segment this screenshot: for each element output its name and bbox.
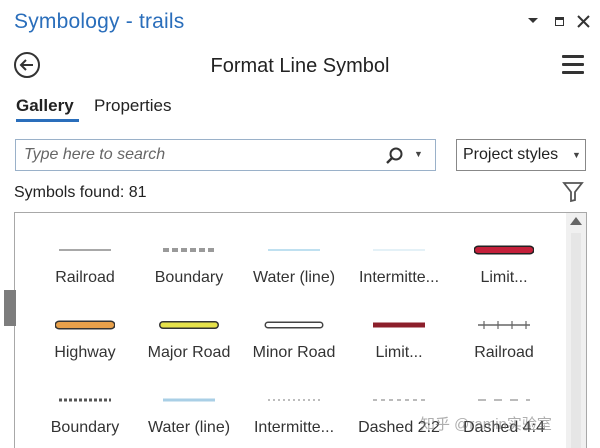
symbology-pane: Symbology - trails Format Line Symbol Ga… [0, 0, 600, 448]
symbol-label: Intermitte... [358, 269, 440, 286]
watermark: 知乎 @ramin实验室 [420, 416, 552, 433]
gallery-scrollbar[interactable] [566, 213, 586, 448]
symbol-preview [55, 320, 115, 330]
styles-dropdown[interactable]: Project styles ▼ [456, 139, 586, 171]
symbol-item[interactable]: Water (line) [242, 219, 346, 293]
symbol-preview [59, 398, 111, 402]
symbol-preview [159, 321, 219, 329]
hamburger-menu-icon[interactable] [562, 55, 584, 75]
tab-active-indicator [16, 119, 79, 122]
scroll-thumb[interactable] [4, 290, 16, 326]
styles-dropdown-value: Project styles [463, 146, 559, 163]
symbol-label: Boundary [50, 419, 120, 436]
chevron-down-icon[interactable] [524, 12, 542, 30]
symbol-preview [163, 248, 215, 252]
symbol-item[interactable]: Highway [33, 294, 137, 368]
symbol-preview [163, 398, 215, 402]
header-title: Format Line Symbol [210, 55, 390, 77]
symbol-preview [268, 249, 320, 251]
search-icon[interactable] [384, 146, 404, 166]
scroll-track[interactable] [571, 233, 581, 448]
scroll-up-arrow-icon[interactable] [570, 217, 582, 225]
symbol-preview [264, 321, 324, 329]
title-bar: Symbology - trails [0, 0, 600, 44]
search-box: ▼ [15, 139, 436, 171]
symbol-item[interactable]: Boundary [137, 219, 241, 293]
symbol-label: Boundary [154, 269, 224, 286]
symbol-item[interactable]: Railroad [33, 219, 137, 293]
symbol-preview [268, 399, 320, 401]
symbol-item[interactable]: Boundary [33, 369, 137, 443]
symbol-item[interactable]: Limit... [452, 219, 556, 293]
symbol-preview [478, 399, 530, 401]
tab-gallery[interactable]: Gallery [16, 96, 74, 116]
symbols-found-count: Symbols found: 81 [14, 184, 147, 201]
symbol-item[interactable]: Intermitte... [347, 219, 451, 293]
symbol-preview [373, 399, 425, 401]
symbol-preview [474, 245, 534, 255]
symbol-label: Railroad [474, 344, 534, 361]
symbol-label: Water (line) [252, 269, 336, 286]
symbol-label: Water (line) [147, 419, 231, 436]
symbol-preview [478, 321, 530, 329]
pane-title: Symbology - trails [14, 10, 185, 33]
symbol-item[interactable]: Water (line) [137, 369, 241, 443]
search-options-chevron-icon[interactable]: ▼ [414, 149, 423, 159]
close-icon[interactable] [574, 12, 592, 30]
symbol-label: Major Road [147, 344, 231, 361]
symbol-label: Intermitte... [253, 419, 335, 436]
symbol-label: Railroad [55, 269, 115, 286]
symbol-item[interactable]: Limit... [347, 294, 451, 368]
symbol-label: Highway [54, 344, 116, 361]
symbol-preview [373, 322, 425, 328]
symbol-label: Limit... [480, 269, 528, 286]
symbol-preview [373, 249, 425, 251]
symbol-item[interactable]: Major Road [137, 294, 241, 368]
filter-icon[interactable] [562, 181, 584, 203]
symbol-item[interactable]: Intermitte... [242, 369, 346, 443]
symbol-label: Limit... [375, 344, 423, 361]
tab-properties[interactable]: Properties [94, 96, 171, 116]
chevron-down-icon: ▼ [572, 150, 581, 160]
search-input[interactable] [24, 145, 364, 165]
symbol-item[interactable]: Minor Road [242, 294, 346, 368]
symbol-preview [59, 249, 111, 251]
symbol-label: Minor Road [252, 344, 336, 361]
symbol-item[interactable]: Railroad [452, 294, 556, 368]
maximize-icon[interactable] [550, 12, 568, 30]
